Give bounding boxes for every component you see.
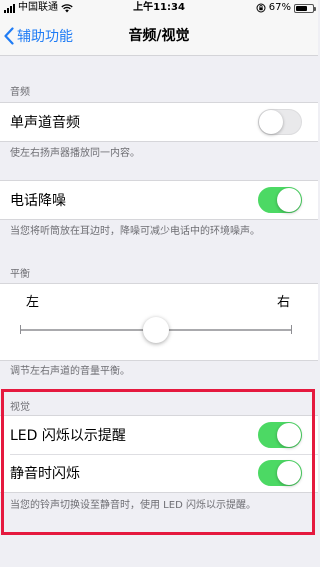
noise-cancel-toggle[interactable] <box>258 187 302 213</box>
balance-slider-thumb[interactable] <box>143 317 169 343</box>
back-button[interactable]: 辅助功能 <box>4 16 73 56</box>
balance-right-label: 右 <box>276 295 290 310</box>
back-label: 辅助功能 <box>17 29 73 45</box>
group-balance: 左 右 <box>0 283 318 361</box>
section-header-audio: 音频 <box>10 87 30 98</box>
chevron-left-icon <box>4 27 14 45</box>
balance-left-label: 左 <box>26 295 40 310</box>
row-flash-silent: 静音时闪烁 <box>0 454 318 492</box>
battery-percent: 67% <box>268 2 291 13</box>
balance-footer: 调节左右声道的音量平衡。 <box>10 366 130 377</box>
visual-footer: 当您的铃声切换设至静音时，使用 LED 闪烁以示提醒。 <box>10 500 256 511</box>
noise-cancel-footer: 当您将听筒放在耳边时，降噪可减少电话中的环境噪声。 <box>10 226 260 237</box>
row-led-flash: LED 闪烁以示提醒 <box>0 416 318 454</box>
status-right: 67% <box>256 0 316 16</box>
flash-silent-toggle[interactable] <box>258 460 302 486</box>
section-header-balance: 平衡 <box>10 269 30 280</box>
toggle-knob <box>277 188 301 212</box>
mono-audio-label: 单声道音频 <box>10 115 80 131</box>
row-noise-cancel: 电话降噪 <box>0 181 318 219</box>
slider-left-tick <box>20 325 21 334</box>
battery-icon <box>294 3 316 13</box>
noise-cancel-label: 电话降噪 <box>10 193 66 209</box>
row-balance: 左 右 <box>0 284 318 360</box>
group-visual: LED 闪烁以示提醒 静音时闪烁 <box>0 415 318 493</box>
mono-audio-footer: 使左右扬声器播放同一内容。 <box>10 148 140 159</box>
mono-audio-toggle[interactable] <box>258 109 302 135</box>
group-mono-audio: 单声道音频 <box>0 102 318 142</box>
orientation-lock-icon <box>256 3 266 13</box>
toggle-knob <box>277 423 301 447</box>
group-noise-cancel: 电话降噪 <box>0 180 318 220</box>
led-flash-toggle[interactable] <box>258 422 302 448</box>
row-mono-audio: 单声道音频 <box>0 103 318 141</box>
slider-right-tick <box>291 325 292 334</box>
navigation-bar: 辅助功能 音频/视觉 <box>0 16 318 56</box>
toggle-knob <box>259 110 283 134</box>
flash-silent-label: 静音时闪烁 <box>10 466 80 482</box>
toggle-knob <box>277 461 301 485</box>
section-header-visual: 视觉 <box>10 402 30 413</box>
led-flash-label: LED 闪烁以示提醒 <box>10 428 126 444</box>
status-bar: 中国联通 上午11:34 67% <box>0 0 318 16</box>
